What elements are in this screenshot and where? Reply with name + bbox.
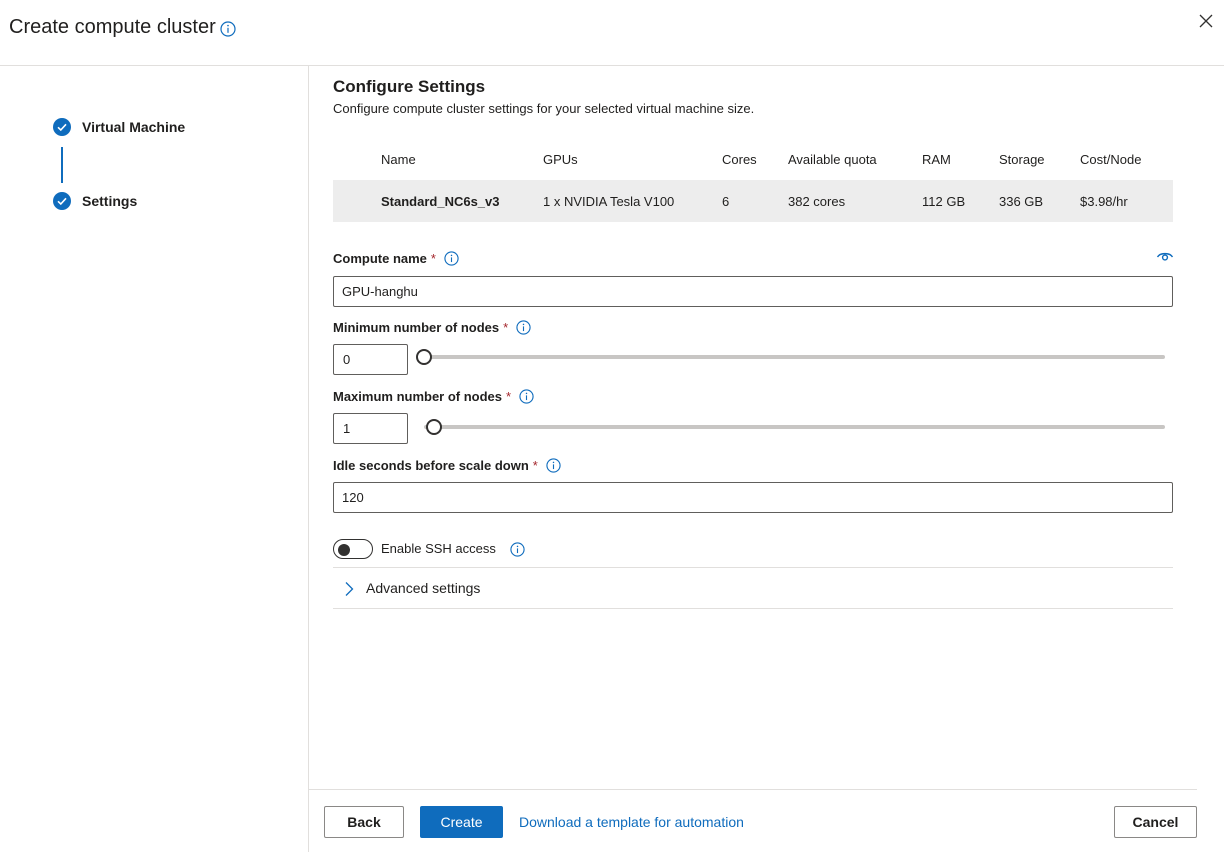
- vm-cost: $3.98/hr: [1080, 194, 1128, 209]
- create-button[interactable]: Create: [420, 806, 503, 838]
- info-icon[interactable]: [510, 542, 525, 557]
- column-header: GPUs: [543, 152, 578, 167]
- idle-seconds-label: Idle seconds before scale down *: [333, 458, 561, 473]
- advanced-settings-label: Advanced settings: [366, 580, 481, 596]
- advanced-settings-expander[interactable]: Advanced settings: [333, 567, 1173, 609]
- compute-name-input[interactable]: GPU-hanghu: [333, 276, 1173, 307]
- step-virtual-machine[interactable]: Virtual Machine: [53, 118, 185, 136]
- column-header: RAM: [922, 152, 951, 167]
- wizard-steps: Virtual Machine Settings: [0, 66, 309, 852]
- chevron-right-icon: [345, 582, 354, 596]
- eye-icon[interactable]: [1156, 250, 1174, 264]
- info-icon[interactable]: [220, 21, 236, 37]
- vm-storage: 336 GB: [999, 194, 1044, 209]
- field-label-text: Minimum number of nodes: [333, 320, 500, 335]
- vm-gpus: 1 x NVIDIA Tesla V100: [543, 194, 675, 209]
- min-nodes-input[interactable]: 0: [333, 344, 408, 375]
- max-nodes-slider-thumb[interactable]: [425, 419, 442, 435]
- max-nodes-input[interactable]: 1: [333, 413, 408, 444]
- field-label-text: Maximum number of nodes: [333, 389, 503, 404]
- required-marker: *: [506, 389, 512, 404]
- field-label-text: Compute name: [333, 251, 427, 266]
- checkmark-circle-icon: [53, 118, 71, 136]
- cancel-button[interactable]: Cancel: [1114, 806, 1197, 838]
- info-icon[interactable]: [546, 458, 561, 473]
- step-connector: [61, 147, 63, 183]
- table-row: Standard_NC6s_v3 1 x NVIDIA Tesla V100 6…: [333, 180, 1173, 222]
- ssh-toggle-label: Enable SSH access: [381, 541, 496, 556]
- table-header-row: Name GPUs Cores Available quota RAM Stor…: [333, 146, 1173, 174]
- vm-cores: 6: [722, 194, 730, 209]
- min-nodes-label: Minimum number of nodes *: [333, 320, 531, 335]
- vm-name: Standard_NC6s_v3: [381, 194, 500, 209]
- ssh-toggle[interactable]: [333, 539, 373, 559]
- panel-footer: Back Create Download a template for auto…: [309, 789, 1197, 852]
- column-header: Storage: [999, 152, 1045, 167]
- close-icon[interactable]: [1196, 11, 1216, 31]
- field-label-text: Idle seconds before scale down: [333, 458, 529, 473]
- back-button[interactable]: Back: [324, 806, 404, 838]
- column-header: Name: [381, 152, 416, 167]
- min-nodes-slider-thumb[interactable]: [416, 349, 432, 365]
- column-header: Available quota: [788, 152, 877, 167]
- vm-ram: 112 GB: [922, 194, 966, 209]
- required-marker: *: [503, 320, 509, 335]
- required-marker: *: [532, 458, 538, 473]
- download-template-link[interactable]: Download a template for automation: [519, 814, 744, 830]
- step-settings[interactable]: Settings: [53, 192, 137, 210]
- idle-seconds-input[interactable]: 120: [333, 482, 1173, 513]
- compute-name-label: Compute name *: [333, 251, 459, 266]
- info-icon[interactable]: [519, 389, 534, 404]
- panel-header: Create compute cluster: [0, 0, 1224, 66]
- min-nodes-slider[interactable]: [424, 355, 1165, 359]
- panel-title: Create compute cluster: [9, 16, 216, 38]
- step-label: Virtual Machine: [82, 119, 186, 135]
- section-description: Configure compute cluster settings for y…: [333, 101, 755, 116]
- column-header: Cores: [722, 152, 757, 167]
- checkmark-circle-icon: [53, 192, 71, 210]
- column-header: Cost/Node: [1080, 152, 1142, 167]
- toggle-knob: [338, 544, 350, 556]
- info-icon[interactable]: [444, 251, 459, 266]
- max-nodes-label: Maximum number of nodes *: [333, 389, 534, 404]
- vm-quota: 382 cores: [788, 194, 846, 209]
- section-title: Configure Settings: [333, 77, 486, 96]
- max-nodes-slider[interactable]: [424, 425, 1165, 429]
- info-icon[interactable]: [516, 320, 531, 335]
- required-marker: *: [430, 251, 436, 266]
- step-label: Settings: [82, 193, 138, 209]
